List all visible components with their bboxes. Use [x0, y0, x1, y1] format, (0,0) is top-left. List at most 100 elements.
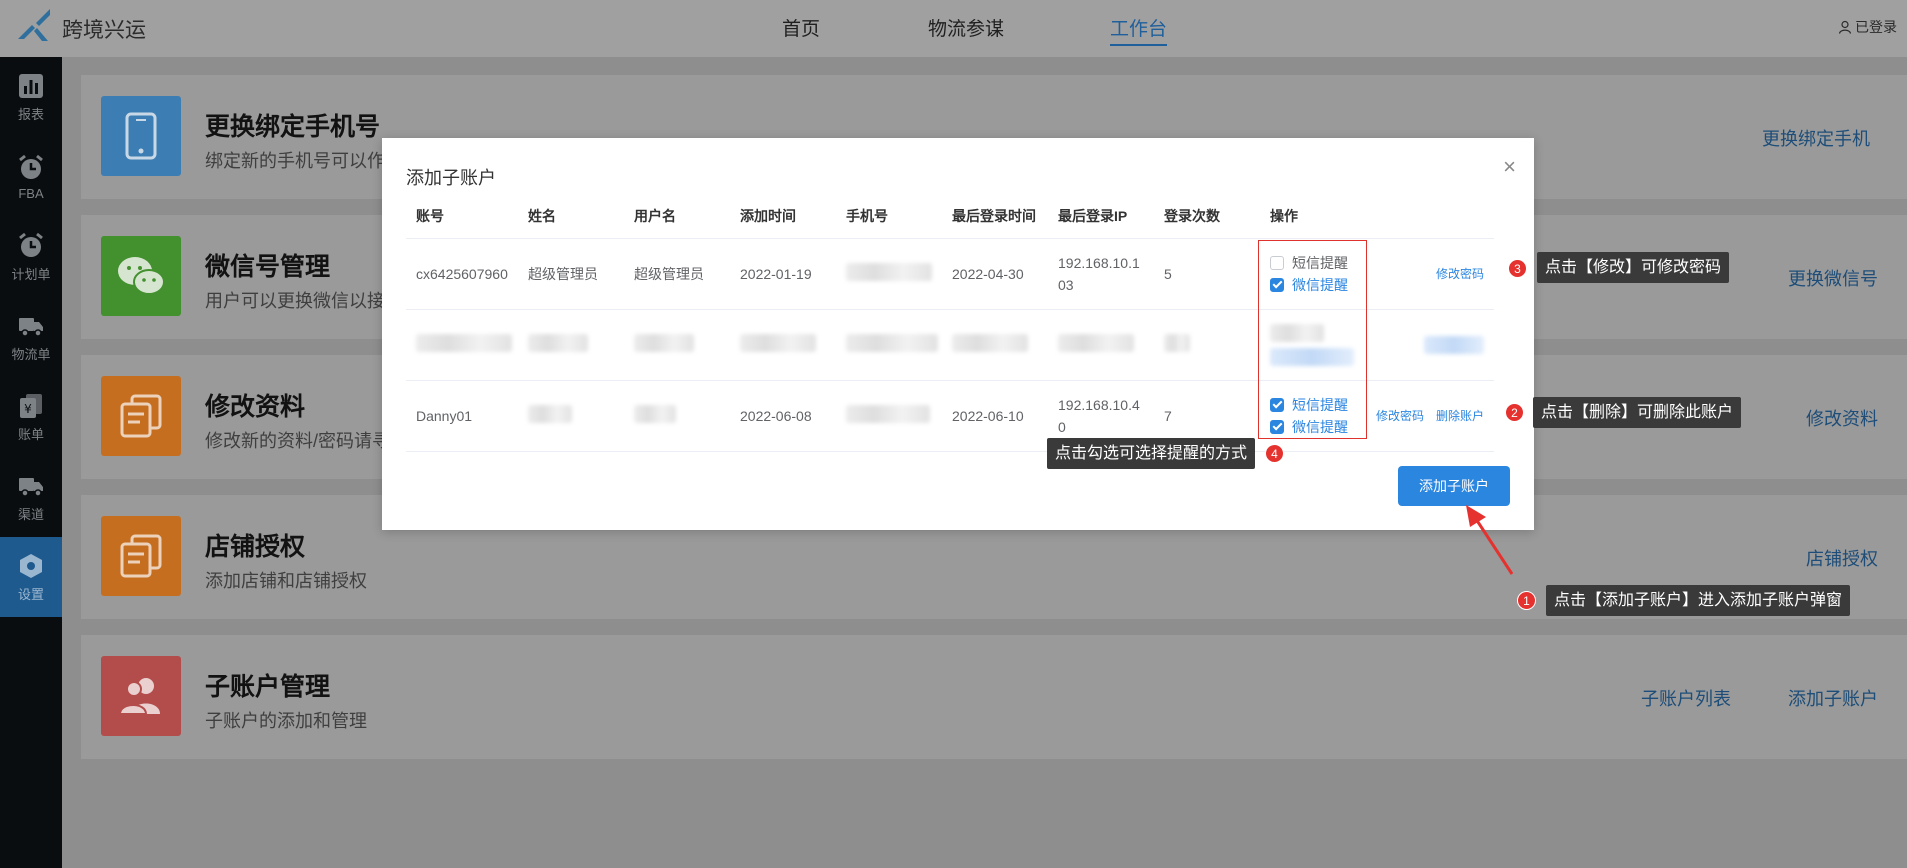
dialog-title: 添加子账户 — [406, 168, 496, 188]
add-sub-account-link[interactable]: 添加子账户 — [1788, 685, 1878, 711]
yuan-docs-icon: ¥ — [20, 393, 42, 418]
bar-chart-icon — [19, 73, 43, 98]
add-sub-account-button[interactable]: 添加子账户 — [1398, 466, 1510, 506]
cell-username-redacted — [624, 380, 730, 452]
sidebar-label: 账单 — [17, 426, 44, 442]
column-header: 最后登录时间 — [942, 194, 1048, 239]
cell-redacted — [730, 309, 836, 381]
sidebar-label: 渠道 — [17, 506, 44, 522]
change-wechat-link[interactable]: 更换微信号 — [1788, 265, 1878, 291]
callout-badge: 4 — [1265, 444, 1284, 463]
reminder-options: 短信提醒 微信提醒 — [1270, 252, 1348, 296]
documents-icon — [101, 376, 181, 456]
sidebar-label: 报表 — [17, 106, 44, 122]
column-header: 操作 — [1260, 194, 1494, 239]
nav-logistics-advisor[interactable]: 物流参谋 — [928, 14, 1004, 41]
cell-redacted — [942, 309, 1048, 381]
sms-reminder-checkbox[interactable]: 短信提醒 — [1270, 394, 1348, 416]
cell-phone-redacted — [836, 380, 942, 452]
ip-line: 192.168.10.1 — [1058, 254, 1140, 271]
callout-badge: 2 — [1505, 403, 1524, 422]
cell-actions: 短信提醒 微信提醒 修改密码 — [1260, 238, 1494, 310]
sidebar-item-settings[interactable]: 设置 — [0, 537, 62, 617]
change-phone-link[interactable]: 更换绑定手机 — [1762, 125, 1870, 151]
card-title: 子账户管理 — [205, 673, 331, 701]
sidebar-item-channels[interactable]: 渠道 — [0, 457, 62, 537]
cell-last-login: 2022-04-30 — [942, 238, 1048, 310]
sidebar-item-shipments[interactable]: 物流单 — [0, 297, 62, 377]
card-title: 微信号管理 — [205, 253, 331, 281]
sms-reminder-checkbox[interactable]: 短信提醒 — [1270, 252, 1348, 274]
documents-icon — [101, 516, 181, 596]
cell-last-login: 2022-06-10 — [942, 380, 1048, 452]
sub-account-list-link[interactable]: 子账户列表 — [1641, 685, 1731, 711]
sidebar-item-bills[interactable]: ¥ 账单 — [0, 377, 62, 457]
edit-profile-link[interactable]: 修改资料 — [1806, 405, 1878, 431]
cell-added-time: 2022-06-08 — [730, 380, 836, 452]
callout-badge: 3 — [1508, 259, 1527, 278]
sidebar-item-reports[interactable]: 报表 — [0, 57, 62, 137]
card-description: 绑定新的手机号可以作 — [205, 151, 385, 171]
cell-actions-redacted — [1260, 309, 1494, 381]
cell-username: 超级管理员 — [624, 238, 730, 310]
truck-icon — [19, 477, 43, 497]
login-status-label: 已登录 — [1855, 19, 1897, 35]
add-sub-account-dialog: 添加子账户 × 账号 姓名 用户名 添加时间 手机号 最后登录时间 最后登录IP… — [382, 138, 1534, 530]
login-status[interactable]: 已登录 — [1838, 17, 1897, 37]
card-description: 用户可以更换微信以接 — [205, 291, 385, 311]
callout-add-sub-account: 点击【添加子账户】进入添加子账户弹窗 — [1546, 585, 1851, 616]
change-password-link[interactable]: 修改密码 — [1376, 407, 1424, 424]
user-icon — [1838, 20, 1852, 34]
cell-actions: 短信提醒 微信提醒 修改密码 删除账户 — [1260, 380, 1494, 452]
nav-workbench[interactable]: 工作台 — [1110, 14, 1168, 46]
change-password-link[interactable]: 修改密码 — [1436, 265, 1484, 282]
column-header: 用户名 — [624, 194, 730, 239]
callout-reminder-options: 点击勾选可选择提醒的方式 — [1047, 438, 1256, 469]
settings-card-sub-accounts: 子账户管理 子账户的添加和管理 子账户列表 添加子账户 — [81, 635, 1907, 759]
ip-line: 03 — [1058, 276, 1074, 293]
store-auth-link[interactable]: 店铺授权 — [1806, 545, 1878, 571]
sidebar-label: 物流单 — [11, 346, 51, 362]
brand-name: 跨境兴运 — [62, 19, 146, 42]
table-row: Danny01 2022-06-08 2022-06-10 192.168.10… — [406, 380, 1494, 452]
card-description: 子账户的添加和管理 — [205, 711, 367, 731]
column-header: 账号 — [406, 194, 518, 239]
callout-badge: 1 — [1517, 591, 1536, 610]
cell-login-count: 5 — [1154, 238, 1260, 310]
sidebar-label: FBA — [18, 185, 44, 201]
redacted-text — [846, 263, 932, 281]
cell-redacted — [624, 309, 730, 381]
cell-name: 超级管理员 — [518, 238, 624, 310]
column-header: 最后登录IP — [1048, 194, 1154, 239]
sidebar: 报表 FBA 计划单 物流单 ¥ 账单 渠道 设置 — [0, 57, 62, 868]
card-description: 添加店铺和店铺授权 — [205, 571, 367, 591]
hexagon-gear-icon — [20, 553, 42, 578]
top-navigation-bar: 跨境兴运 首页 物流参谋 工作台 已登录 — [0, 0, 1907, 57]
delete-account-link[interactable]: 删除账户 — [1436, 407, 1484, 424]
cell-last-ip: 192.168.10.1 03 — [1048, 238, 1154, 310]
sidebar-label: 计划单 — [11, 266, 51, 282]
card-title: 更换绑定手机号 — [205, 113, 381, 141]
truck-icon — [19, 317, 43, 337]
column-header: 添加时间 — [730, 194, 836, 239]
nav-home[interactable]: 首页 — [782, 14, 820, 41]
sub-account-table: 账号 姓名 用户名 添加时间 手机号 最后登录时间 最后登录IP 登录次数 操作… — [406, 194, 1494, 452]
wechat-reminder-checkbox[interactable]: 微信提醒 — [1270, 416, 1348, 438]
cell-name-redacted — [518, 380, 624, 452]
reminder-options: 短信提醒 微信提醒 — [1270, 394, 1348, 438]
cell-account: cx6425607960 — [406, 238, 518, 310]
alarm-clock-icon — [19, 154, 43, 179]
brand-logo-icon — [18, 9, 50, 41]
sidebar-item-fba[interactable]: FBA — [0, 137, 62, 217]
cell-redacted — [1154, 309, 1260, 381]
wechat-reminder-checkbox[interactable]: 微信提醒 — [1270, 274, 1348, 296]
table-header-row: 账号 姓名 用户名 添加时间 手机号 最后登录时间 最后登录IP 登录次数 操作 — [406, 194, 1494, 239]
close-icon[interactable]: × — [1503, 156, 1516, 178]
column-header: 手机号 — [836, 194, 942, 239]
cell-redacted — [1048, 309, 1154, 381]
card-title: 店铺授权 — [205, 533, 306, 561]
sidebar-item-plans[interactable]: 计划单 — [0, 217, 62, 297]
phone-icon — [101, 96, 181, 176]
cell-redacted — [836, 309, 942, 381]
cell-phone-redacted — [836, 238, 942, 310]
